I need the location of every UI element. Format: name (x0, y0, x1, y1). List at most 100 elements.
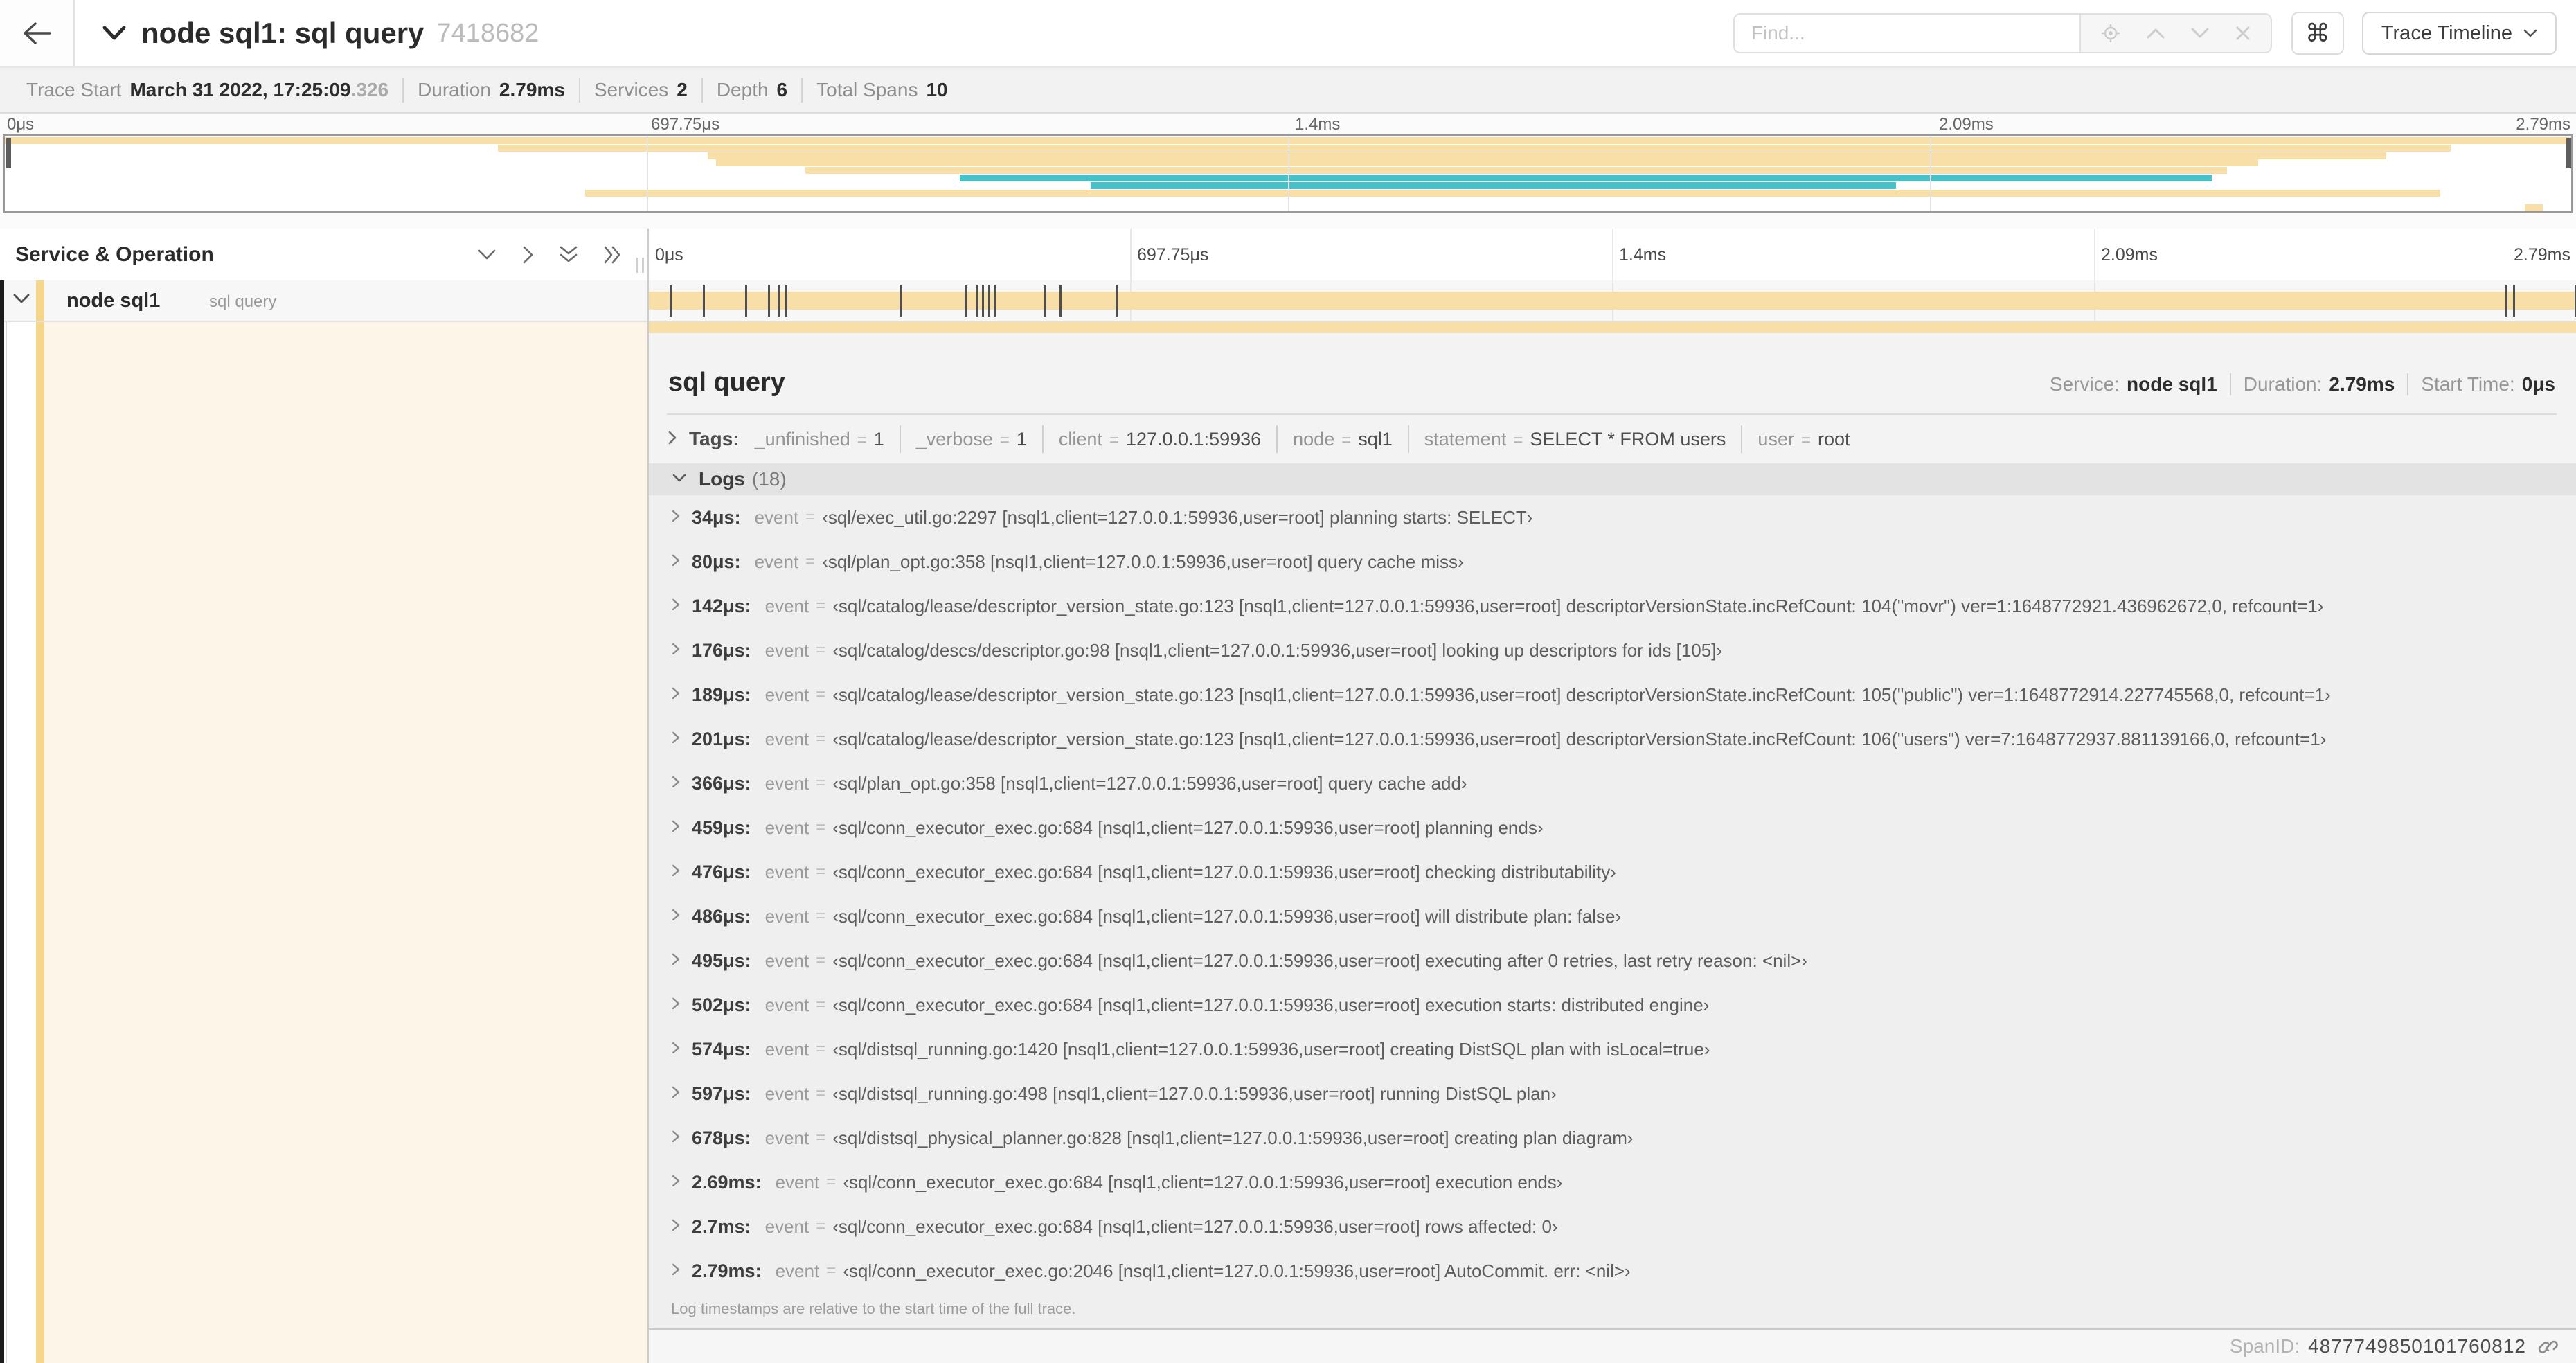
log-event-mark (987, 285, 990, 317)
summary-item: Duration 2.79ms (404, 78, 580, 103)
ruler-tick-label: 1.4ms (1619, 245, 1667, 265)
span-detail-accent-band (649, 322, 2576, 333)
log-row[interactable]: 678μs: event = ‹sql/distsql_physical_planne… (649, 1116, 2576, 1160)
tags-accordion[interactable]: Tags: _unfinished = 1 _verbose = 1 client = 127.… (649, 415, 2576, 463)
column-divider[interactable] (647, 229, 649, 1363)
log-event-mark (670, 285, 672, 317)
log-expand-chevron-icon (671, 907, 681, 926)
duration-value: 2.79ms (2329, 373, 2395, 395)
log-field-key: event (764, 728, 810, 749)
viewport-left-handle[interactable] (6, 138, 11, 168)
log-field-value: ‹sql/catalog/lease/descriptor_version_st… (832, 728, 2327, 749)
start-time-label: Start Time: (2421, 373, 2515, 395)
span-overview-stats: Service: node sql1 Duration: 2.79ms Star… (2037, 373, 2555, 395)
expand-one-icon[interactable] (521, 244, 535, 265)
trace-timeline-view-select[interactable]: Trace Timeline (2361, 12, 2557, 55)
tag-equals: = (1513, 431, 1523, 449)
log-row[interactable]: 597μs: event = ‹sql/distsql_running.go:498 … (649, 1071, 2576, 1116)
minimap-span-bar (715, 159, 2258, 167)
service-value: node sql1 (2127, 373, 2217, 395)
log-row[interactable]: 34μs: event = ‹sql/exec_util.go:2297 [nsql1… (649, 495, 2576, 540)
ruler-tick-label: 2.09ms (2101, 245, 2158, 265)
span-id-label: SpanID: (2229, 1335, 2300, 1357)
log-row[interactable]: 189μs: event = ‹sql/catalog/lease/descripto… (649, 672, 2576, 717)
logs-label: Logs (699, 468, 745, 490)
log-row[interactable]: 2.69ms: event = ‹sql/conn_executor_exec.go:… (649, 1160, 2576, 1204)
log-row[interactable]: 574μs: event = ‹sql/distsql_running.go:1420… (649, 1027, 2576, 1071)
span-duration-bar[interactable] (648, 292, 2575, 310)
log-row[interactable]: 476μs: event = ‹sql/conn_executor_exec.go:6… (649, 850, 2576, 894)
log-equals: = (816, 774, 826, 792)
column-resizer-grip[interactable] (636, 257, 644, 273)
log-timestamp: 502μs: (692, 994, 751, 1015)
logs-footnote: Log timestamps are relative to the start… (671, 1300, 1076, 1317)
log-row[interactable]: 459μs: event = ‹sql/conn_executor_exec.go:6… (649, 805, 2576, 850)
log-equals: = (816, 1040, 826, 1058)
log-row[interactable]: 495μs: event = ‹sql/conn_executor_exec.go:6… (649, 938, 2576, 983)
collapse-all-icon[interactable] (558, 244, 579, 265)
span-collapse-chevron-icon[interactable] (12, 293, 30, 308)
collapse-one-icon[interactable] (476, 248, 497, 262)
minimap-span-bar (497, 144, 2451, 152)
logs-accordion-header[interactable]: Logs (18) (649, 463, 2576, 495)
locate-icon[interactable] (2100, 23, 2121, 44)
log-expand-chevron-icon (671, 819, 681, 837)
ruler-tick-label: 697.75μs (1137, 245, 1209, 265)
log-event-mark (994, 285, 996, 317)
log-row[interactable]: 366μs: event = ‹sql/plan_opt.go:358 [nsql1,… (649, 761, 2576, 805)
ruler-tick-label: 0μs (7, 115, 35, 134)
deep-link-icon[interactable] (2537, 1335, 2559, 1357)
expand-all-icon[interactable] (602, 244, 623, 265)
tag-equals: = (1341, 431, 1352, 449)
tag-key: node (1293, 429, 1335, 449)
collapse-trace-chevron-icon[interactable] (102, 26, 126, 41)
log-row[interactable]: 2.7ms: event = ‹sql/conn_executor_exec.go:6… (649, 1204, 2576, 1249)
log-field-key: event (775, 1260, 820, 1281)
minimap-canvas[interactable] (3, 134, 2573, 213)
log-event-mark (785, 285, 788, 317)
clear-search-icon[interactable] (2235, 25, 2251, 42)
log-row[interactable]: 142μs: event = ‹sql/catalog/lease/descripto… (649, 584, 2576, 628)
log-row[interactable]: 80μs: event = ‹sql/plan_opt.go:358 [nsql1,c… (649, 540, 2576, 584)
log-event-mark (899, 285, 902, 317)
summary-item: Trace Start March 31 2022, 17:25:09.326 (12, 78, 404, 103)
keyboard-shortcuts-button[interactable]: ⌘ (2291, 12, 2344, 55)
log-event-mark (702, 285, 705, 317)
tag-equals: = (1109, 431, 1119, 449)
tag-key: client (1058, 429, 1102, 449)
minimap-span-bar (805, 167, 2228, 175)
log-timestamp: 142μs: (692, 595, 751, 616)
prev-match-icon[interactable] (2146, 27, 2165, 39)
log-timestamp: 574μs: (692, 1038, 751, 1060)
find-input[interactable] (1733, 13, 2079, 53)
log-field-key: event (764, 1127, 810, 1148)
tag-key: _verbose (915, 429, 993, 449)
log-row[interactable]: 486μs: event = ‹sql/conn_executor_exec.go:6… (649, 894, 2576, 938)
summary-item-label: Depth (716, 79, 769, 100)
summary-item-value: 10 (926, 79, 948, 100)
log-field-key: event (754, 551, 799, 572)
ruler-tick-label: 1.4ms (1295, 115, 1341, 134)
log-event-mark (965, 285, 967, 317)
viewport-right-handle[interactable] (2566, 138, 2571, 168)
log-row[interactable]: 502μs: event = ‹sql/conn_executor_exec.go:6… (649, 983, 2576, 1027)
span-row-timeline (648, 280, 2576, 321)
log-row[interactable]: 176μs: event = ‹sql/catalog/descs/descripto… (649, 628, 2576, 672)
log-expand-chevron-icon (671, 1173, 681, 1192)
back-button[interactable] (0, 0, 75, 66)
stat-duration: Duration: 2.79ms (2231, 373, 2409, 395)
next-match-icon[interactable] (2190, 27, 2210, 39)
log-row[interactable]: 2.79ms: event = ‹sql/conn_executor_exec.go:… (649, 1249, 2576, 1293)
gutter-border (6, 322, 7, 1363)
log-timestamp: 678μs: (692, 1127, 751, 1148)
log-field-key: event (775, 1171, 820, 1193)
logs-collapse-chevron-icon (671, 472, 688, 487)
summary-item: Services 2 (580, 78, 703, 103)
span-row-node-sql1[interactable]: node sql1 sql query (0, 280, 2576, 322)
log-timestamp: 495μs: (692, 950, 751, 971)
minimap-span-bar (2525, 204, 2543, 212)
ruler-tick-label: 697.75μs (651, 115, 720, 134)
log-timestamp: 2.79ms: (692, 1260, 762, 1281)
log-equals: = (826, 1261, 837, 1280)
log-row[interactable]: 201μs: event = ‹sql/catalog/lease/descripto… (649, 717, 2576, 761)
